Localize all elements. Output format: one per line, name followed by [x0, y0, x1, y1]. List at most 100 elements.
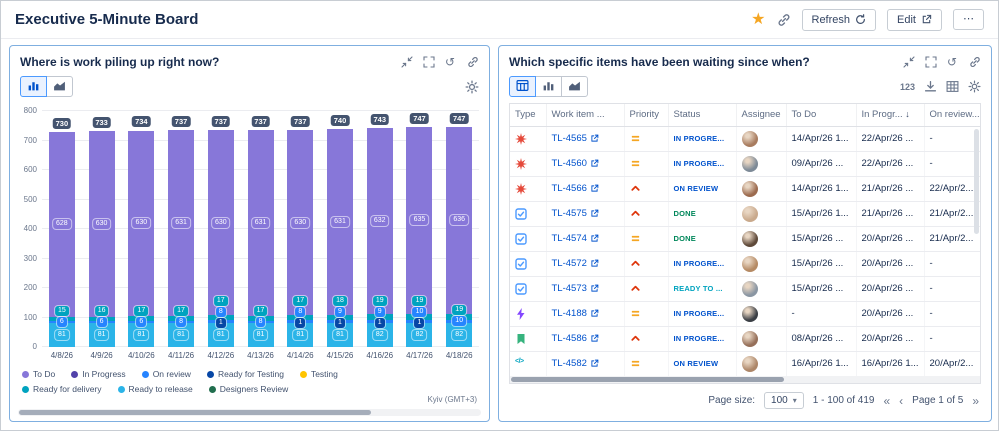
bar-chart-toggle[interactable]	[20, 76, 47, 97]
collapse-icon[interactable]	[401, 56, 413, 68]
page-size-select[interactable]: 100 ▾	[764, 392, 804, 409]
scrollbar-thumb[interactable]	[19, 410, 371, 415]
table-row[interactable]: TL-4188IN PROGRE...-20/Apr/26 ...-	[510, 301, 981, 326]
table-row[interactable]: TL-4572IN PROGRE...15/Apr/26 ...20/Apr/2…	[510, 251, 981, 276]
collapse-icon[interactable]	[903, 56, 915, 68]
work-item-link[interactable]: TL-4188	[552, 308, 599, 319]
numeric-format-toggle[interactable]: 123	[900, 82, 915, 92]
legend-item[interactable]: Ready to release	[118, 384, 193, 394]
table-view-toggle[interactable]	[509, 76, 536, 97]
work-item-link[interactable]: TL-4575	[552, 208, 599, 219]
table-row[interactable]: TL-4560IN PROGRE...09/Apr/26 ...22/Apr/2…	[510, 151, 981, 176]
area-chart-view-toggle[interactable]	[561, 76, 588, 97]
bar-value-label: 17	[134, 306, 148, 316]
download-icon[interactable]	[924, 80, 937, 93]
bar-group[interactable]: 816156287304/8/26	[42, 111, 82, 347]
table-row[interactable]: TL-4573READY TO ...15/Apr/26 ...20/Apr/2…	[510, 276, 981, 301]
bar-group[interactable]: 8210196367474/18/26	[439, 111, 479, 347]
bar-group[interactable]: 8119186317404/15/26	[320, 111, 360, 347]
bar-group[interactable]: 82110196357474/17/26	[400, 111, 440, 347]
on-review-date-cell: -	[924, 301, 981, 326]
legend-item[interactable]: Testing	[300, 369, 338, 379]
table-row[interactable]: TL-4565IN PROGRE...14/Apr/26 1...22/Apr/…	[510, 126, 981, 151]
bar-group[interactable]: 816176307344/10/26	[121, 111, 161, 347]
work-item-link[interactable]: TL-4573	[552, 283, 599, 294]
work-item-link[interactable]: TL-4582	[552, 358, 599, 369]
work-item-link[interactable]: TL-4577	[552, 383, 599, 384]
chart-legend: To Do In Progress On review Ready for Testi…	[22, 369, 477, 394]
area-chart-toggle[interactable]	[46, 76, 73, 97]
column-header[interactable]: Work item ...	[546, 104, 624, 126]
table-vertical-scrollbar[interactable]	[974, 129, 979, 234]
avatar	[742, 281, 758, 297]
x-axis-label: 4/15/26	[327, 351, 354, 360]
reset-icon[interactable]: ↺	[947, 56, 959, 68]
scrollbar-thumb[interactable]	[511, 377, 784, 382]
edit-button[interactable]: Edit	[887, 9, 942, 31]
work-item-link[interactable]: TL-4586	[552, 333, 599, 344]
column-header[interactable]: Assignee	[736, 104, 786, 126]
table-settings-gear-icon[interactable]	[968, 80, 981, 93]
bar-value-label: 15	[55, 306, 69, 316]
reset-icon[interactable]: ↺	[445, 56, 457, 68]
panel-link-icon[interactable]	[467, 56, 479, 68]
chart-horizontal-scrollbar[interactable]	[18, 409, 481, 416]
table-row[interactable]: TL-4586IN PROGRE...08/Apr/26 ...20/Apr/2…	[510, 326, 981, 351]
bar-value-label: 6	[136, 317, 146, 327]
panel-link-icon[interactable]	[969, 56, 981, 68]
first-page-button[interactable]: «	[883, 395, 890, 407]
refresh-button[interactable]: Refresh	[802, 9, 877, 31]
fullscreen-icon[interactable]	[925, 56, 937, 68]
bar-value-label: 631	[331, 217, 349, 227]
legend-item[interactable]: On review	[142, 369, 191, 379]
legend-item[interactable]: Ready for Testing	[207, 369, 284, 379]
chart-settings-gear-icon[interactable]	[465, 80, 479, 94]
bar-group[interactable]: 818176317374/11/26	[161, 111, 201, 347]
favorite-star-icon[interactable]: ★	[751, 12, 765, 28]
table-row[interactable]: </>TL-4582ON REVIEW16/Apr/26 1...16/Apr/…	[510, 351, 981, 376]
work-item-link[interactable]: TL-4566	[552, 183, 599, 194]
legend-item[interactable]: Designers Review	[209, 384, 289, 394]
column-header[interactable]: Status	[668, 104, 736, 126]
column-header[interactable]: Priority	[624, 104, 668, 126]
bar-value-label: 6	[57, 317, 67, 327]
column-header[interactable]: On review...	[924, 104, 981, 126]
on-review-date-cell: -	[924, 251, 981, 276]
edit-button-label: Edit	[897, 14, 916, 26]
bar-value-label: 17	[254, 306, 268, 316]
bar-group[interactable]: 8219196327434/16/26	[360, 111, 400, 347]
share-link-icon[interactable]	[777, 13, 791, 27]
to-do-date-cell: 09/Apr/26 ...	[786, 151, 856, 176]
abacus-grid-icon[interactable]	[946, 80, 959, 93]
legend-row: To Do In Progress On review Ready for Testi…	[22, 369, 477, 379]
column-header[interactable]: In Progr... ↓	[856, 104, 924, 126]
work-item-link[interactable]: TL-4560	[552, 158, 599, 169]
table-row[interactable]: TL-4574DONE15/Apr/26 ...20/Apr/26 ...21/…	[510, 226, 981, 251]
area-chart-icon	[53, 79, 66, 95]
table-row[interactable]: TL-4566ON REVIEW14/Apr/26 1...21/Apr/26 …	[510, 176, 981, 201]
fullscreen-icon[interactable]	[423, 56, 435, 68]
work-item-link[interactable]: TL-4572	[552, 258, 599, 269]
legend-item[interactable]: Ready for delivery	[22, 384, 102, 394]
column-header[interactable]: Type	[510, 104, 546, 126]
sort-desc-icon[interactable]: ↓	[903, 109, 910, 119]
last-page-button[interactable]: »	[972, 395, 979, 407]
work-item-link[interactable]: TL-4565	[552, 133, 599, 144]
bar-group[interactable]: 816166307334/9/26	[82, 111, 122, 347]
prev-page-button[interactable]: ‹	[899, 395, 903, 407]
column-header[interactable]: To Do	[786, 104, 856, 126]
table-row[interactable]: TL-4575DONE15/Apr/26 1...21/Apr/26 ...21…	[510, 201, 981, 226]
in-progress-date-cell: 20/Apr/26 ...	[856, 251, 924, 276]
table-horizontal-scrollbar[interactable]	[510, 376, 980, 383]
bar-chart-view-toggle[interactable]	[535, 76, 562, 97]
bar-group[interactable]: 8118176307374/14/26	[280, 111, 320, 347]
work-item-link[interactable]: TL-4574	[552, 233, 599, 244]
bar-total-label: 737	[212, 116, 231, 127]
range-label: 1 - 100 of 419	[813, 395, 875, 406]
status-badge: IN PROGRE...	[674, 259, 725, 268]
legend-item[interactable]: In Progress	[71, 369, 125, 379]
more-button[interactable]: ⋯	[953, 9, 984, 30]
bar-group[interactable]: 8118176307374/12/26	[201, 111, 241, 347]
legend-item[interactable]: To Do	[22, 369, 55, 379]
bar-group[interactable]: 818176317374/13/26	[241, 111, 281, 347]
